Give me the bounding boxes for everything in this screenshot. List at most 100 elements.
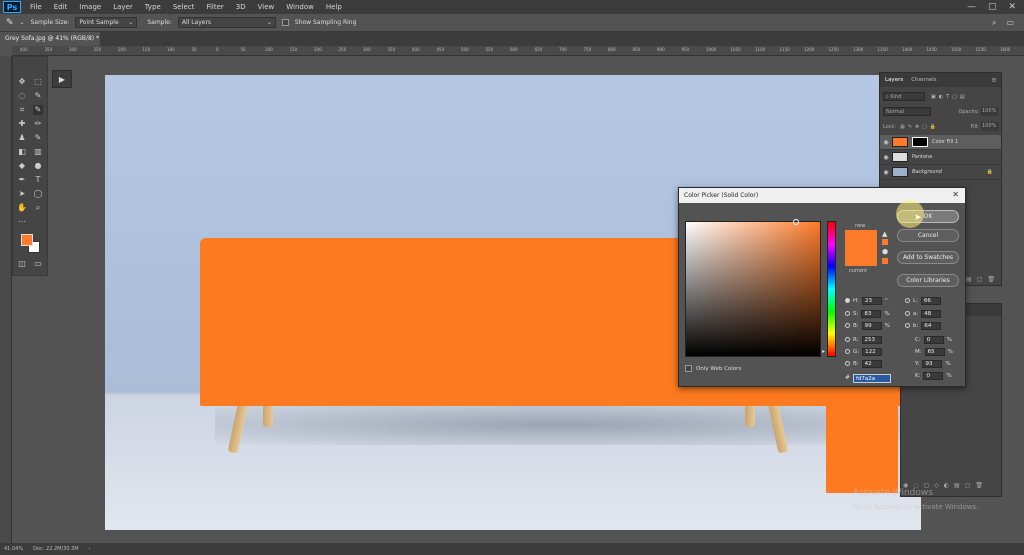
brightness-field[interactable]: 99 <box>861 321 882 330</box>
cyan-field[interactable]: 0 <box>923 335 944 344</box>
hue-slider-arrow-icon[interactable]: ▸ <box>822 348 825 355</box>
hue-slider[interactable] <box>827 221 836 357</box>
menu-item-filter[interactable]: Filter <box>200 3 229 11</box>
menu-item-edit[interactable]: Edit <box>48 3 74 11</box>
eye-icon[interactable]: ◉ <box>880 139 892 146</box>
marquee-tool-icon[interactable]: ⬚ <box>33 77 43 87</box>
eye-icon[interactable]: ◉ <box>880 154 892 161</box>
eyedropper-icon[interactable]: ✎ <box>6 18 14 28</box>
add-to-swatches-button[interactable]: Add to Swatches <box>897 251 959 264</box>
eraser-tool-icon[interactable]: ◧ <box>17 147 27 157</box>
sample-select[interactable]: All Layers ⌄ <box>177 17 276 28</box>
close-icon[interactable]: ✕ <box>952 190 959 199</box>
close-icon[interactable]: ✕ <box>1008 2 1016 12</box>
gamut-swatch[interactable] <box>882 239 888 245</box>
pen-tool-icon[interactable]: ✒ <box>17 175 27 185</box>
blend-mode-select[interactable]: Normal <box>883 107 931 116</box>
eyedropper-tool-icon[interactable]: ✎ <box>33 105 43 115</box>
quick-select-tool-icon[interactable]: ✎ <box>33 91 43 101</box>
lab-l-field[interactable]: 66 <box>920 296 941 305</box>
screen-mode-icon[interactable]: ▭ <box>33 259 43 269</box>
hue-field[interactable]: 23 <box>862 296 882 305</box>
workspace-icon[interactable]: ▭ <box>1006 18 1014 28</box>
menu-item-type[interactable]: Type <box>139 3 167 11</box>
web-colors-checkbox[interactable] <box>685 365 692 372</box>
menu-item-layer[interactable]: Layer <box>107 3 139 11</box>
blue-radio[interactable] <box>845 361 850 366</box>
color-field-cursor[interactable] <box>793 219 799 225</box>
magenta-field[interactable]: 65 <box>924 347 945 356</box>
zoom-level[interactable]: 41.04% <box>4 546 23 552</box>
lab-b-radio[interactable] <box>905 323 910 328</box>
sample-size-select[interactable]: Point Sample ⌄ <box>75 17 138 28</box>
saturation-radio[interactable] <box>845 311 850 316</box>
red-field[interactable]: 253 <box>861 335 882 344</box>
layer-row-background[interactable]: ◉ Background 🔒 <box>880 165 1001 180</box>
menu-item-window[interactable]: Window <box>280 3 320 11</box>
cancel-button[interactable]: Cancel <box>897 229 959 242</box>
layer-row-pantone[interactable]: ◉ Pantone <box>880 150 1001 165</box>
blue-field[interactable]: 42 <box>861 359 882 368</box>
hue-radio[interactable] <box>845 298 850 303</box>
history-brush-tool-icon[interactable]: ✎ <box>33 133 43 143</box>
fill-field[interactable]: 100% <box>981 122 999 131</box>
tab-layers[interactable]: Layers <box>885 77 903 83</box>
quick-mask-icon[interactable]: ◫ <box>17 259 27 269</box>
out-of-gamut-warning-icon[interactable]: ▲ <box>882 230 887 238</box>
layer-row-color-fill[interactable]: ◉ Color Fill 1 <box>880 135 1001 150</box>
current-color-swatch[interactable] <box>845 248 877 266</box>
path-select-tool-icon[interactable]: ➤ <box>17 189 27 199</box>
lab-a-radio[interactable] <box>905 311 910 316</box>
menu-item-view[interactable]: View <box>252 3 281 11</box>
panel-menu-icon[interactable]: ≡ <box>991 76 1001 84</box>
opacity-field[interactable]: 100% <box>981 107 999 116</box>
saturation-field[interactable]: 83 <box>861 309 882 318</box>
clone-stamp-tool-icon[interactable]: ♟ <box>17 133 27 143</box>
search-icon[interactable]: ⌕ <box>992 18 996 28</box>
blur-tool-icon[interactable]: ◆ <box>17 161 27 171</box>
tool-preset-dropdown[interactable]: ⌄ <box>20 19 25 26</box>
vertical-ruler[interactable] <box>0 56 12 543</box>
play-action-button[interactable]: ▶ <box>52 70 72 88</box>
document-tab[interactable]: Grey Sofa.jpg @ 41% (RGB/8) * <box>0 32 100 46</box>
foreground-color-swatch[interactable] <box>21 234 33 246</box>
sampling-ring-checkbox[interactable] <box>281 19 289 26</box>
maximize-icon[interactable]: ▢ <box>988 2 997 12</box>
menu-item-select[interactable]: Select <box>167 3 201 11</box>
color-libraries-button[interactable]: Color Libraries <box>897 274 959 287</box>
shape-tool-icon[interactable]: ◯ <box>33 189 43 199</box>
yellow-field[interactable]: 93 <box>922 359 943 368</box>
menu-item-help[interactable]: Help <box>320 3 348 11</box>
brush-tool-icon[interactable]: ✏ <box>33 119 43 129</box>
menu-item-file[interactable]: File <box>24 3 48 11</box>
move-tool-icon[interactable]: ✥ <box>17 77 27 87</box>
green-radio[interactable] <box>845 349 850 354</box>
green-field[interactable]: 122 <box>862 347 883 356</box>
brightness-radio[interactable] <box>845 323 850 328</box>
hex-field[interactable]: fd7a2a <box>853 374 891 383</box>
minimize-icon[interactable]: — <box>967 2 976 12</box>
red-radio[interactable] <box>845 337 850 342</box>
saturation-brightness-field[interactable] <box>685 221 821 357</box>
crop-tool-icon[interactable]: ⌗ <box>17 105 27 115</box>
lab-l-radio[interactable] <box>905 298 910 303</box>
lock-icons[interactable]: ▦✎✥▢🔒 <box>900 124 939 130</box>
menu-item-image[interactable]: Image <box>73 3 107 11</box>
gradient-tool-icon[interactable]: ▥ <box>33 147 43 157</box>
more-tools-icon[interactable]: ⋯ <box>17 217 27 227</box>
tab-channels[interactable]: Channels <box>911 77 936 83</box>
dodge-tool-icon[interactable]: ● <box>33 161 43 171</box>
healing-tool-icon[interactable]: ✚ <box>17 119 27 129</box>
black-field[interactable]: 0 <box>923 371 944 380</box>
hand-tool-icon[interactable]: ✋ <box>17 203 27 213</box>
horizontal-ruler[interactable]: 400 350 300 250 200 150 100 50 0 50 100 150 200 250 30… <box>12 46 1024 56</box>
menu-item-3d[interactable]: 3D <box>230 3 252 11</box>
lab-a-field[interactable]: 48 <box>921 309 942 318</box>
zoom-tool-icon[interactable]: ⌕ <box>33 203 43 213</box>
web-safe-icon[interactable]: ⬢ <box>882 248 888 256</box>
web-safe-swatch[interactable] <box>882 258 888 264</box>
lab-b-field[interactable]: 64 <box>921 321 942 330</box>
lasso-tool-icon[interactable]: ◌ <box>17 91 27 101</box>
status-arrow-icon[interactable]: › <box>89 546 91 552</box>
layer-kind-select[interactable]: ⌕ Kind <box>883 92 925 101</box>
